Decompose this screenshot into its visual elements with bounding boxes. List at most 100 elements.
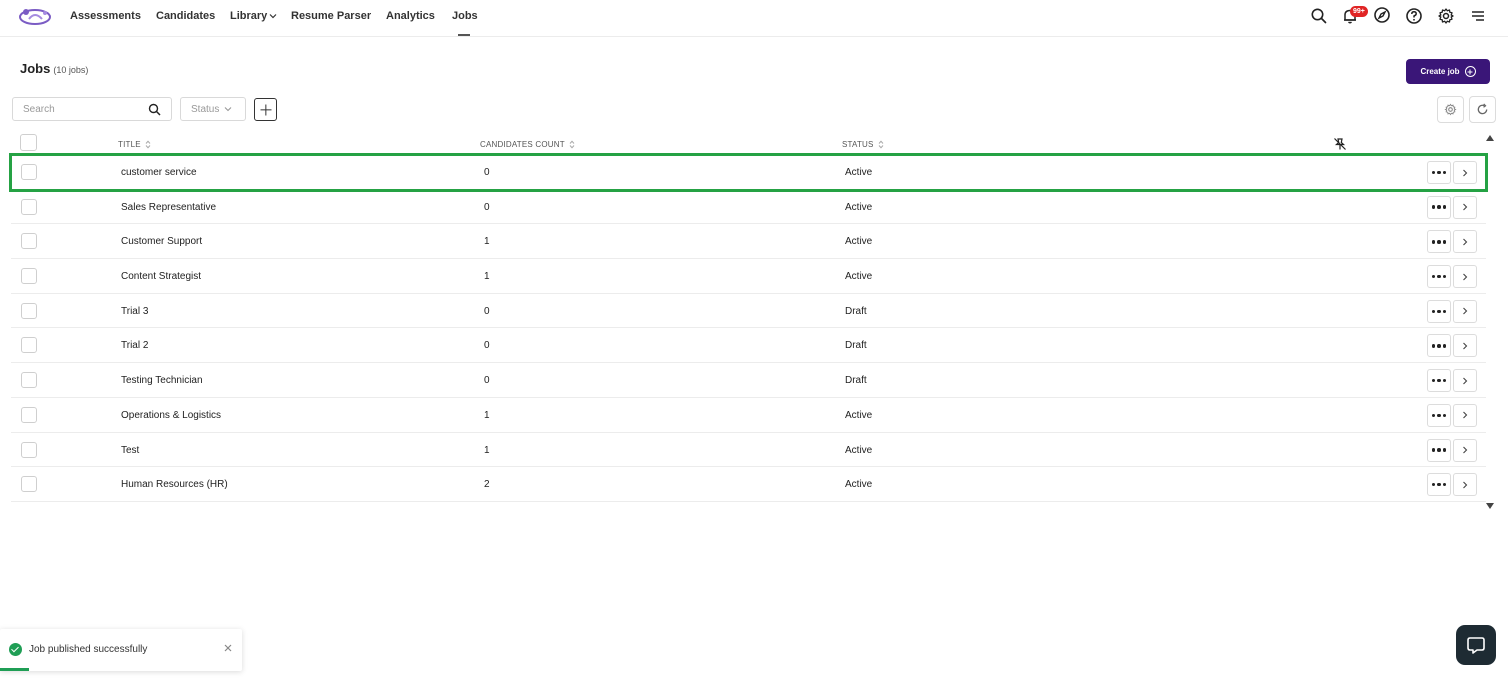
row-checkbox[interactable]	[21, 164, 37, 180]
job-title[interactable]: Test	[121, 445, 139, 456]
open-job-button[interactable]	[1453, 195, 1477, 219]
dot	[1442, 170, 1447, 175]
dot	[1442, 482, 1447, 487]
column-header-title-label: TITLE	[118, 140, 141, 149]
compass-icon[interactable]	[1373, 6, 1391, 24]
open-job-button[interactable]	[1453, 369, 1477, 393]
open-job-button[interactable]	[1453, 161, 1477, 184]
scroll-down-arrow[interactable]	[1486, 503, 1494, 509]
job-title[interactable]: Trial 3	[121, 306, 148, 317]
help-circle-icon[interactable]	[1405, 7, 1423, 25]
job-status: Active	[845, 409, 873, 421]
notification-badge: 99+	[1350, 6, 1368, 17]
job-status: Draft	[845, 340, 867, 352]
top-nav: Assessments Candidates Library Resume Pa…	[0, 0, 1508, 37]
more-actions-button[interactable]	[1427, 403, 1451, 427]
table-row[interactable]: Trial 2 0 Draft	[11, 328, 1486, 364]
nav-analytics[interactable]: Analytics	[386, 10, 435, 22]
nav-jobs[interactable]: Jobs	[452, 10, 478, 22]
dot	[1437, 309, 1441, 313]
row-checkbox[interactable]	[21, 372, 37, 389]
more-actions-button[interactable]	[1427, 369, 1451, 393]
table-row[interactable]: customer service 0 Active	[9, 153, 1488, 192]
job-title[interactable]: Sales Representative	[121, 202, 216, 213]
more-actions-button[interactable]	[1427, 230, 1451, 254]
job-status: Draft	[845, 305, 867, 317]
row-checkbox[interactable]	[21, 268, 37, 285]
job-title[interactable]: customer service	[121, 167, 197, 178]
search-icon[interactable]	[1310, 7, 1328, 25]
candidates-count: 0	[484, 201, 490, 213]
more-actions-button[interactable]	[1427, 195, 1451, 219]
job-title[interactable]: Human Resources (HR)	[121, 479, 228, 490]
table-row[interactable]: Trial 3 0 Draft	[11, 294, 1486, 329]
job-title[interactable]: Trial 2	[121, 340, 148, 351]
job-title[interactable]: Customer Support	[121, 236, 202, 247]
job-status: Active	[845, 444, 873, 456]
more-actions-button[interactable]	[1427, 438, 1451, 462]
chat-support-button[interactable]	[1456, 625, 1496, 665]
table-row[interactable]: Operations & Logistics 1 Active	[11, 398, 1486, 433]
job-status: Active	[845, 271, 873, 283]
more-actions-button[interactable]	[1427, 473, 1451, 497]
column-header-status-label: STATUS	[842, 140, 874, 149]
check-circle-icon	[9, 643, 22, 656]
row-checkbox[interactable]	[21, 233, 37, 250]
close-icon[interactable]	[222, 642, 234, 654]
open-job-button[interactable]	[1453, 438, 1477, 462]
open-job-button[interactable]	[1453, 299, 1477, 323]
nav-assessments[interactable]: Assessments	[70, 10, 141, 22]
row-checkbox[interactable]	[21, 302, 37, 319]
search-icon[interactable]	[148, 103, 161, 116]
sort-icon	[878, 140, 883, 149]
job-title[interactable]: Content Strategist	[121, 271, 201, 282]
column-header-status[interactable]: STATUS	[842, 140, 884, 149]
status-filter-dropdown[interactable]: Status	[180, 97, 246, 121]
refresh-button[interactable]	[1469, 96, 1496, 123]
scroll-up-arrow[interactable]	[1486, 135, 1494, 141]
table-settings-button[interactable]	[1437, 96, 1464, 123]
select-all-checkbox[interactable]	[20, 134, 37, 151]
dot	[1442, 274, 1447, 279]
nav-library[interactable]: Library	[230, 10, 277, 22]
more-actions-button[interactable]	[1427, 265, 1451, 289]
dot	[1442, 413, 1447, 418]
row-checkbox[interactable]	[21, 198, 37, 215]
column-header-candidates-count[interactable]: CANDIDATES COUNT	[480, 140, 575, 149]
job-title[interactable]: Testing Technician	[121, 375, 203, 386]
nav-resume-parser[interactable]: Resume Parser	[291, 10, 371, 22]
row-checkbox[interactable]	[21, 441, 37, 458]
more-actions-button[interactable]	[1427, 161, 1451, 184]
candidates-count: 0	[484, 340, 490, 352]
table-row[interactable]: Content Strategist 1 Active	[11, 259, 1486, 294]
add-filter-button[interactable]	[254, 98, 277, 121]
open-job-button[interactable]	[1453, 403, 1477, 427]
table-row[interactable]: Sales Representative 0 Active	[11, 190, 1486, 225]
dot	[1437, 448, 1441, 452]
table-row[interactable]: Test 1 Active	[11, 433, 1486, 468]
row-checkbox[interactable]	[21, 476, 37, 493]
open-job-button[interactable]	[1453, 265, 1477, 289]
row-checkbox[interactable]	[21, 406, 37, 423]
open-job-button[interactable]	[1453, 230, 1477, 254]
brand-logo[interactable]	[17, 5, 53, 27]
more-actions-button[interactable]	[1427, 334, 1451, 358]
nav-candidates[interactable]: Candidates	[156, 10, 215, 22]
search-input[interactable]	[23, 98, 148, 120]
unpin-icon[interactable]	[1333, 137, 1347, 151]
open-job-button[interactable]	[1453, 334, 1477, 358]
more-actions-button[interactable]	[1427, 299, 1451, 323]
dot	[1431, 378, 1436, 383]
create-job-button[interactable]: Create job	[1406, 59, 1490, 84]
sort-icon	[569, 140, 575, 149]
table-row[interactable]: Testing Technician 0 Draft	[11, 363, 1486, 398]
table-row[interactable]: Customer Support 1 Active	[11, 224, 1486, 260]
dot	[1442, 378, 1447, 383]
gear-icon[interactable]	[1437, 7, 1455, 25]
open-job-button[interactable]	[1453, 473, 1477, 497]
menu-icon[interactable]	[1469, 7, 1487, 25]
row-checkbox[interactable]	[21, 337, 37, 354]
column-header-title[interactable]: TITLE	[118, 140, 151, 149]
job-title[interactable]: Operations & Logistics	[121, 410, 221, 421]
table-row[interactable]: Human Resources (HR) 2 Active	[11, 467, 1486, 502]
